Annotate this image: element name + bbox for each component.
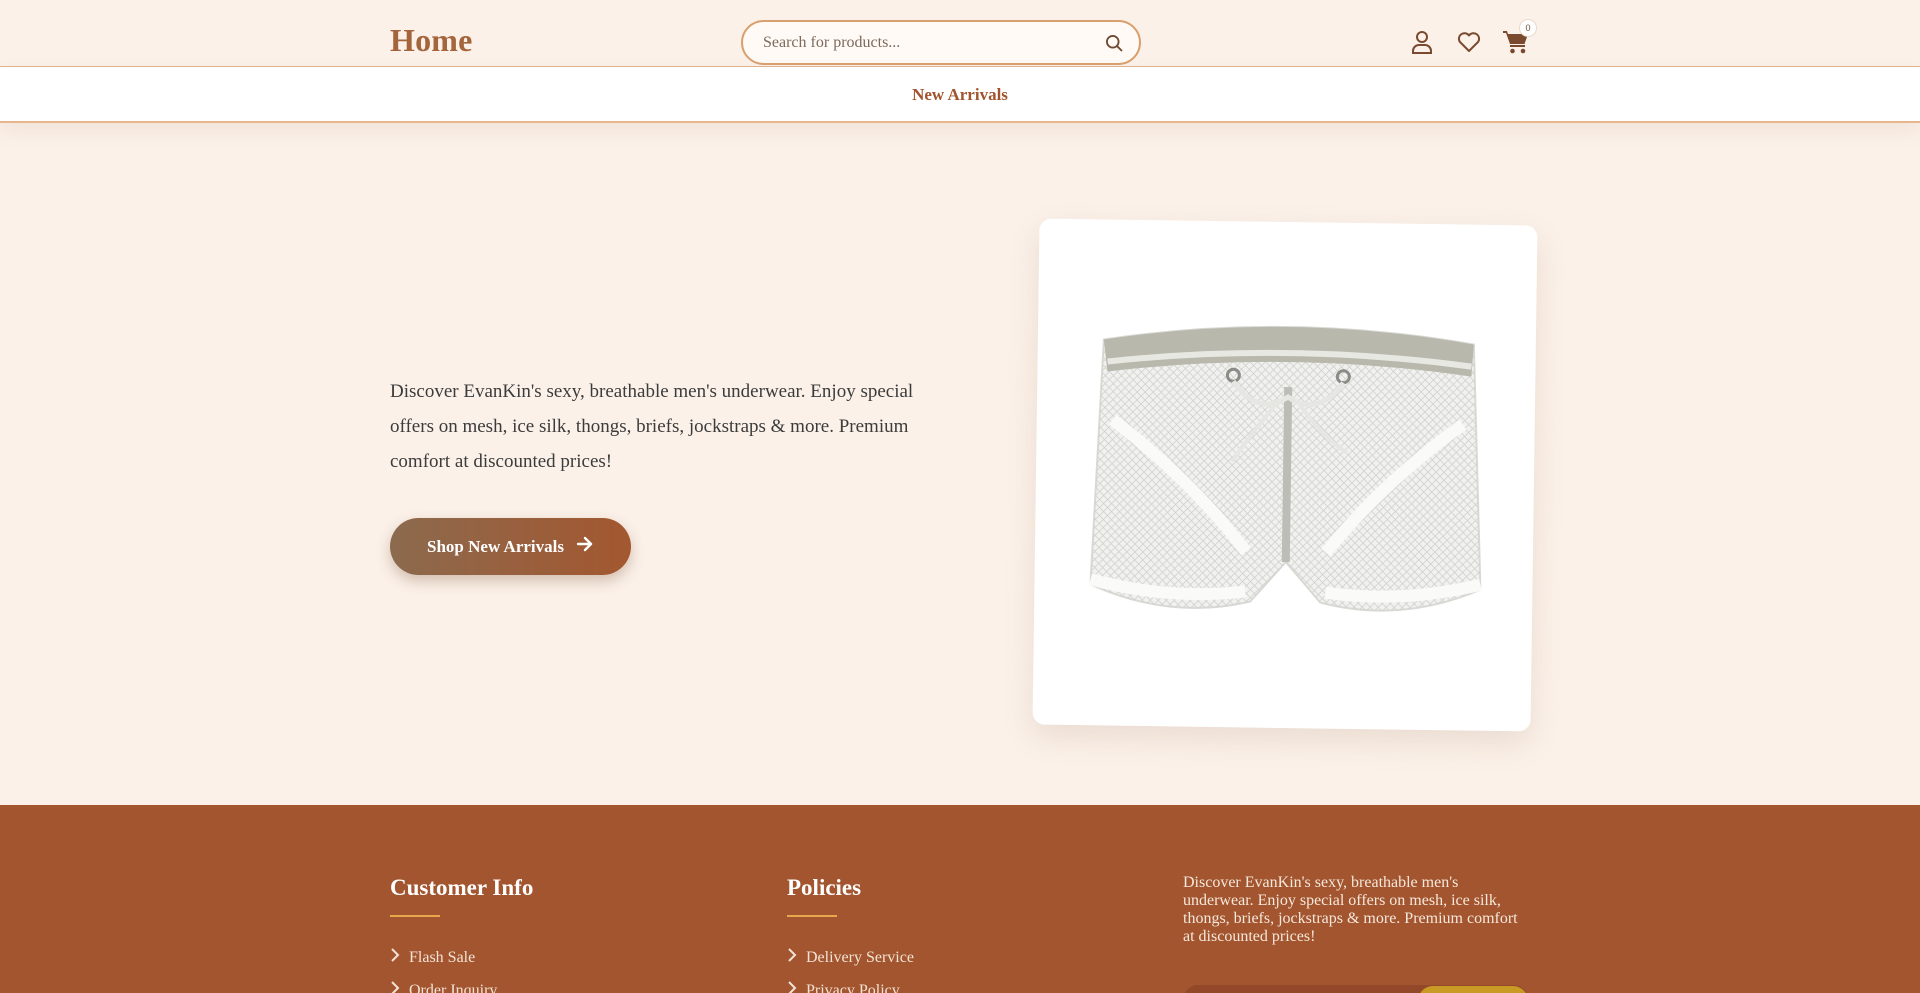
footer-about-text: Discover EvanKin's sexy, breathable men'…	[1183, 874, 1518, 945]
footer-link-label: Order Inquiry	[409, 981, 498, 993]
footer-title-rule	[787, 915, 837, 917]
chevron-right-icon	[390, 980, 400, 993]
footer-title-customer-info: Customer Info	[390, 875, 534, 900]
hero-product-card[interactable]	[1032, 218, 1538, 732]
arrow-right-icon	[576, 536, 594, 557]
chevron-right-icon	[787, 947, 797, 968]
nav-item-new-arrivals[interactable]: New Arrivals	[0, 85, 1920, 105]
chevron-right-icon	[787, 980, 797, 993]
search-icon[interactable]	[1103, 32, 1125, 54]
footer-link-label: Privacy Policy	[806, 981, 900, 993]
chevron-right-icon	[390, 947, 400, 968]
footer-title-rule	[390, 915, 440, 917]
product-image	[1088, 325, 1482, 612]
footer-link-flash-sale[interactable]: Flash Sale	[390, 941, 533, 974]
top-header: Home 0	[0, 0, 1920, 67]
footer-customer-info: Customer Info Flash Sale Order Inquiry	[390, 875, 533, 993]
site-logo[interactable]: Home	[390, 22, 473, 59]
footer-link-label: Delivery Service	[806, 948, 914, 966]
footer-title-policies: Policies	[787, 875, 862, 900]
footer-link-label: Flash Sale	[409, 948, 476, 966]
newsletter-submit-button[interactable]	[1418, 986, 1528, 993]
site-footer: Customer Info Flash Sale Order Inquiry P…	[0, 805, 1920, 993]
footer-policies: Policies Delivery Service Privacy Policy	[787, 875, 914, 993]
footer-link-delivery-service[interactable]: Delivery Service	[787, 941, 914, 974]
shop-new-arrivals-button[interactable]: Shop New Arrivals	[390, 518, 631, 575]
cta-label: Shop New Arrivals	[427, 536, 564, 556]
search-input[interactable]	[763, 22, 1093, 63]
heart-icon[interactable]	[1455, 28, 1483, 56]
footer-link-order-inquiry[interactable]: Order Inquiry	[390, 974, 533, 993]
cart-count-badge: 0	[1519, 19, 1537, 37]
hero-description: Discover EvanKin's sexy, breathable men'…	[390, 381, 914, 472]
search-bar	[741, 20, 1141, 65]
main-nav: New Arrivals	[0, 67, 1920, 123]
user-icon[interactable]	[1408, 28, 1436, 56]
footer-link-privacy-policy[interactable]: Privacy Policy	[787, 974, 914, 993]
